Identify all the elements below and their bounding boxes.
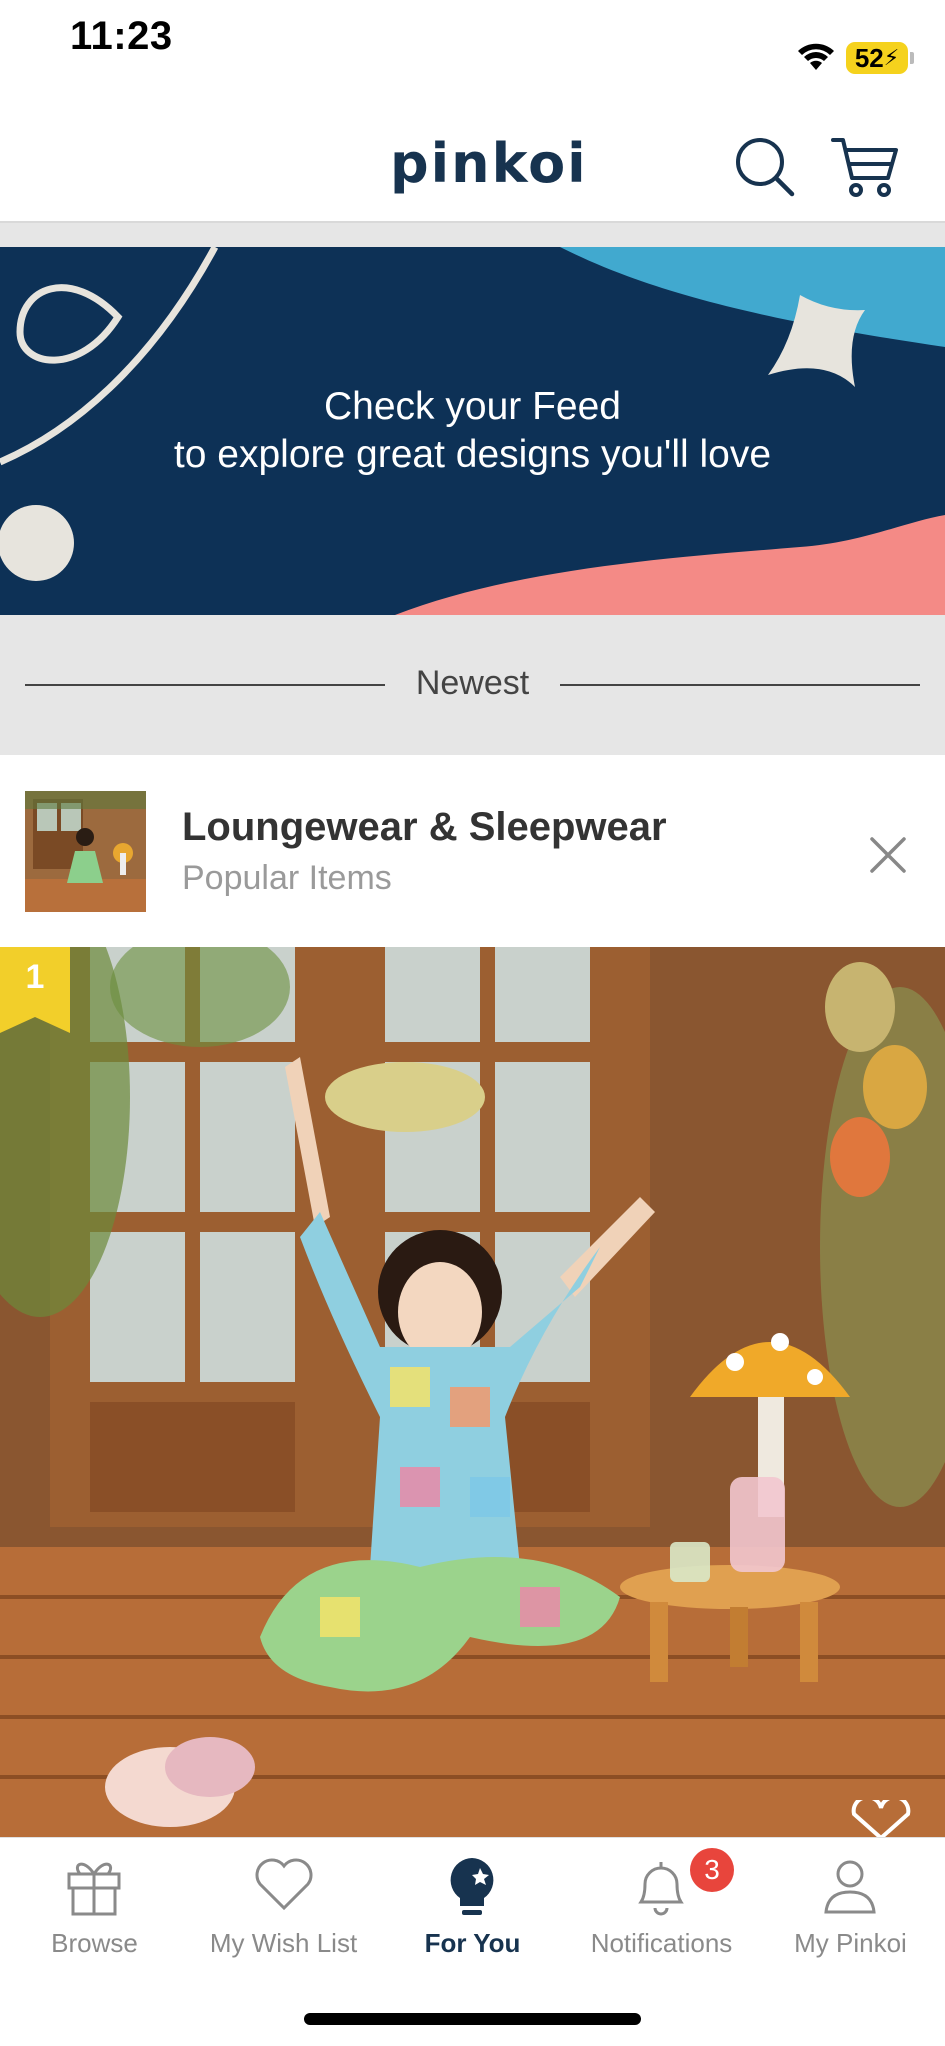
tab-label-for-you: For You xyxy=(424,1928,521,1958)
status-bar: 11:23 52 ⚡ xyxy=(0,0,945,100)
tab-label-notifications: Notifications xyxy=(590,1928,733,1958)
tab-browse[interactable]: Browse xyxy=(0,1838,189,1968)
tab-my-wish-list[interactable]: My Wish List xyxy=(189,1838,378,1968)
rank-number: 1 xyxy=(25,958,45,996)
banner-line-1: Check your Feed xyxy=(324,385,621,428)
banner-line-2: to explore great designs you'll love xyxy=(173,433,772,476)
tab-label-my-pinkoi: My Pinkoi xyxy=(794,1928,907,1958)
search-icon[interactable] xyxy=(732,134,796,198)
lightbulb-icon xyxy=(450,1858,494,1915)
card-thumbnail[interactable] xyxy=(25,791,146,912)
close-icon[interactable] xyxy=(866,833,910,877)
card-title: Loungewear & Sleepwear xyxy=(182,805,667,849)
section-label: Newest xyxy=(415,664,530,702)
pinkoi-logo[interactable]: pinkoi xyxy=(390,132,588,195)
status-time: 11:23 xyxy=(70,14,173,58)
tab-label-wish-list: My Wish List xyxy=(209,1928,358,1958)
product-image[interactable] xyxy=(0,947,945,1837)
user-icon xyxy=(824,1860,876,1914)
app-header: pinkoi xyxy=(0,100,945,223)
battery-level: 52 xyxy=(854,42,884,73)
wifi-icon xyxy=(798,43,834,70)
bell-icon xyxy=(638,1862,684,1916)
cart-icon[interactable] xyxy=(830,134,900,198)
home-indicator[interactable] xyxy=(304,2013,641,2025)
favorite-heart-icon[interactable] xyxy=(848,1800,914,1838)
tab-label-browse: Browse xyxy=(51,1928,138,1958)
tab-for-you[interactable]: For You xyxy=(378,1838,567,1968)
battery-indicator: 52 ⚡ xyxy=(846,42,908,74)
battery-tip xyxy=(910,52,914,64)
card-subtitle: Popular Items xyxy=(182,859,392,897)
heart-icon xyxy=(255,1858,313,1911)
banner-text: Check your Feed to explore great designs… xyxy=(0,383,945,479)
notification-count-badge: 3 xyxy=(690,1848,734,1892)
tab-my-pinkoi[interactable]: My Pinkoi xyxy=(756,1838,945,1968)
gift-icon xyxy=(67,1862,121,1916)
feed-banner[interactable]: Check your Feed to explore great designs… xyxy=(0,247,945,615)
feed-card-header[interactable]: Loungewear & Sleepwear Popular Items xyxy=(0,755,945,947)
charging-bolt-icon: ⚡ xyxy=(883,45,900,70)
header-gap xyxy=(0,223,945,247)
